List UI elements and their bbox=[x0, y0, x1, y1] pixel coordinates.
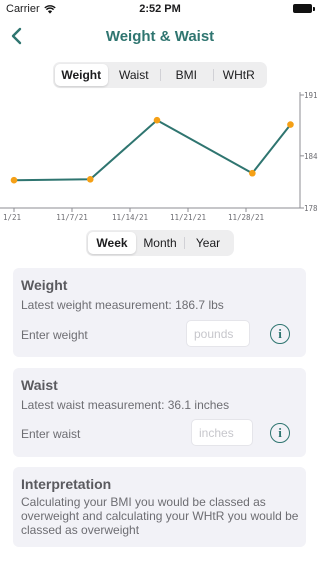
data-point bbox=[249, 169, 256, 177]
tab-month[interactable]: Month bbox=[136, 232, 184, 254]
range-segmented-control: Week Month Year bbox=[86, 230, 234, 256]
battery-icon bbox=[293, 4, 315, 13]
weight-input[interactable] bbox=[186, 320, 250, 347]
tab-waist[interactable]: Waist bbox=[108, 64, 161, 86]
x-tick-label: 11/14/21 bbox=[112, 213, 148, 222]
tab-bmi[interactable]: BMI bbox=[160, 64, 213, 86]
weight-series-line bbox=[13, 119, 292, 182]
x-axis-ticks: 1/21 11/7/21 11/14/21 11/21/21 11/28/21 bbox=[3, 208, 264, 222]
status-bar: Carrier 2:52 PM bbox=[0, 0, 320, 20]
tab-whtr[interactable]: WHtR bbox=[212, 64, 266, 86]
x-tick-label: 1/21 bbox=[3, 213, 21, 222]
tab-week[interactable]: Week bbox=[88, 232, 136, 254]
data-point bbox=[287, 121, 294, 128]
waist-card-title: Waist bbox=[21, 377, 58, 393]
data-point bbox=[10, 176, 18, 184]
interpretation-text: Calculating your BMI you would be classe… bbox=[21, 495, 299, 537]
tab-weight[interactable]: Weight bbox=[55, 64, 108, 86]
enter-weight-label: Enter weight bbox=[21, 328, 88, 342]
waist-info-icon[interactable]: i bbox=[270, 423, 290, 443]
waist-input[interactable] bbox=[191, 419, 253, 446]
waist-card: Waist Latest waist measurement: 36.1 inc… bbox=[13, 368, 306, 457]
enter-waist-label: Enter waist bbox=[21, 427, 81, 441]
y-tick-label: 191 bbox=[304, 91, 318, 100]
page-title: Weight & Waist bbox=[105, 28, 215, 45]
weight-chart: 1/21 11/7/21 11/14/21 11/21/21 11/28/21 1781… bbox=[0, 91, 318, 222]
interpretation-card: Interpretation Calculating your BMI you … bbox=[13, 467, 306, 547]
latest-weight-text: Latest weight measurement: 186.7 lbs bbox=[21, 298, 224, 312]
data-point bbox=[86, 176, 94, 183]
weight-card-title: Weight bbox=[21, 277, 68, 293]
y-tick-label: 184 bbox=[304, 152, 318, 161]
data-point bbox=[153, 116, 161, 124]
y-axis-ticks: 178 184 191 bbox=[300, 91, 318, 213]
status-time: 2:52 PM bbox=[139, 3, 181, 15]
nav-bar: Weight & Waist bbox=[0, 20, 320, 52]
latest-waist-text: Latest waist measurement: 36.1 inches bbox=[21, 398, 230, 412]
weight-card: Weight Latest weight measurement: 186.7 … bbox=[13, 268, 306, 357]
metric-segmented-control: Weight Waist BMI WHtR bbox=[53, 62, 267, 88]
tab-year[interactable]: Year bbox=[184, 232, 232, 254]
x-tick-label: 11/28/21 bbox=[228, 213, 264, 222]
y-tick-label: 178 bbox=[304, 204, 318, 213]
x-tick-label: 11/7/21 bbox=[56, 213, 88, 222]
weight-info-icon[interactable]: i bbox=[270, 324, 290, 344]
weight-series-points bbox=[10, 116, 294, 184]
interpretation-title: Interpretation bbox=[21, 476, 112, 492]
x-tick-label: 11/21/21 bbox=[170, 213, 206, 222]
